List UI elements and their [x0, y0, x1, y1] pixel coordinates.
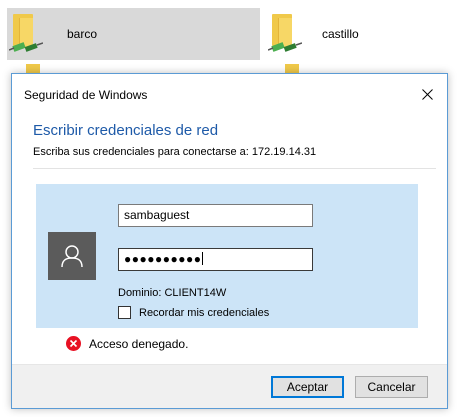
user-avatar-icon: [48, 232, 96, 280]
credentials-dialog: Seguridad de Windows Escribir credencial…: [11, 73, 448, 409]
password-field[interactable]: ●●●●●●●●●●: [118, 248, 313, 271]
dialog-titlebar: Seguridad de Windows: [12, 74, 447, 114]
folder-icon: [266, 8, 306, 60]
credentials-panel: sambaguest ●●●●●●●●●● Dominio: CLIENT14W…: [36, 184, 418, 328]
remember-credentials-checkbox[interactable]: Recordar mis credenciales: [118, 306, 269, 319]
close-button[interactable]: [407, 74, 447, 114]
error-text: Acceso denegado.: [89, 336, 189, 351]
close-icon: [421, 88, 433, 100]
divider: [33, 168, 436, 169]
folder-item-castillo[interactable]: castillo: [266, 8, 456, 60]
dialog-footer: Aceptar Cancelar: [12, 364, 447, 408]
remember-label: Recordar mis credenciales: [139, 306, 270, 319]
accept-button[interactable]: Aceptar: [271, 376, 344, 398]
folder-icon: [285, 64, 299, 73]
username-value: sambaguest: [124, 208, 190, 222]
text-caret: [202, 252, 204, 265]
folder-icon: [26, 64, 40, 73]
username-field[interactable]: sambaguest: [118, 204, 313, 227]
error-icon: [66, 336, 81, 351]
domain-label: Dominio: CLIENT14W: [118, 287, 227, 299]
checkbox-box[interactable]: [118, 306, 131, 319]
network-share-icon: [268, 42, 302, 52]
folder-label: barco: [67, 27, 98, 41]
dialog-subheading: Escriba sus credenciales para conectarse…: [33, 146, 317, 158]
error-message: Acceso denegado.: [66, 336, 188, 351]
dialog-title: Seguridad de Windows: [24, 88, 148, 102]
folder-label: castillo: [322, 27, 359, 41]
password-value: ●●●●●●●●●●: [124, 252, 202, 266]
folder-icon: [7, 8, 47, 60]
network-share-icon: [9, 42, 43, 52]
cancel-button[interactable]: Cancelar: [355, 376, 428, 398]
dialog-heading: Escribir credenciales de red: [33, 122, 219, 139]
folder-item-barco[interactable]: barco: [7, 8, 260, 60]
